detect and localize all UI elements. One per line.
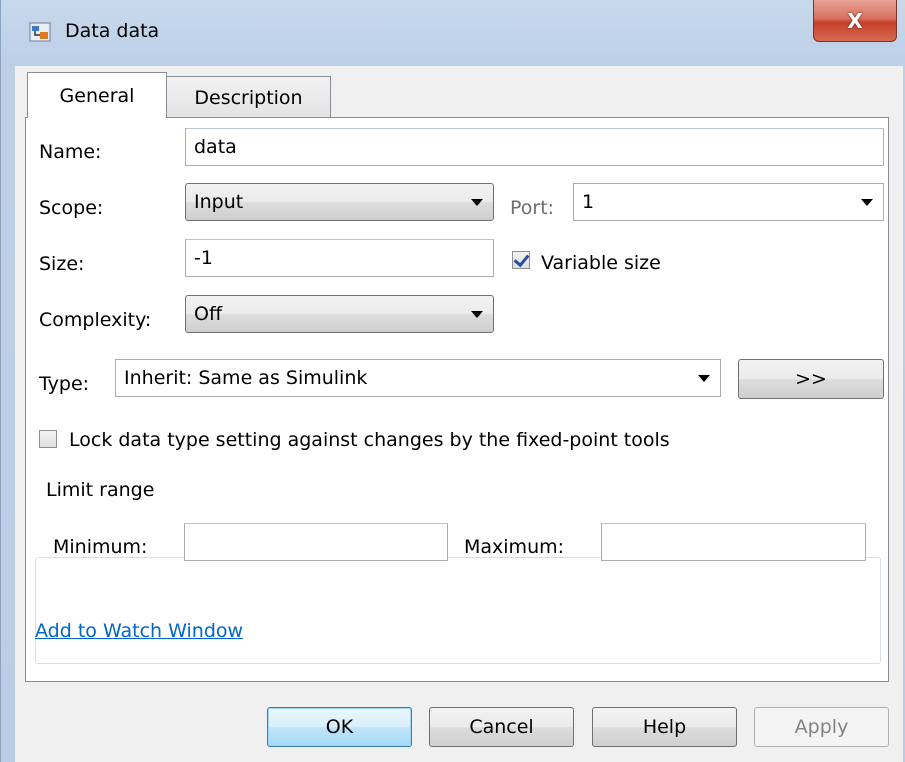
type-label: Type: [39,373,90,395]
help-button[interactable]: Help [592,707,737,747]
close-button[interactable]: X [813,0,897,42]
variable-size-label: Variable size [541,252,661,274]
dropdown-arrow-icon [471,311,483,318]
help-button-label: Help [642,716,687,738]
name-label: Name: [39,141,102,163]
tab-general[interactable]: General [27,72,167,118]
maximum-field[interactable] [601,523,866,561]
port-label: Port: [510,197,555,219]
scope-select-value: Input [194,191,244,213]
port-select[interactable]: 1 [573,183,884,221]
variable-size-checkbox[interactable] [512,251,530,269]
apply-button-label: Apply [794,716,849,738]
close-icon: X [847,8,863,33]
size-label: Size: [39,253,85,275]
ok-button[interactable]: OK [267,707,412,747]
minimum-label: Minimum: [53,536,148,558]
size-field-value: -1 [194,247,213,269]
cancel-button-label: Cancel [469,716,534,738]
size-field[interactable]: -1 [185,239,494,277]
complexity-select-value: Off [194,303,223,325]
dropdown-arrow-icon [698,375,710,382]
add-to-watch-window-link[interactable]: Add to Watch Window [35,620,243,642]
name-field[interactable]: data [185,128,884,166]
dialog-window: Data data X General Description Name: da… [0,0,905,762]
lock-data-type-checkbox[interactable] [39,430,57,448]
maximum-label: Maximum: [464,536,565,558]
title-bar[interactable]: Data data X [1,0,905,66]
dropdown-arrow-icon [861,199,873,206]
complexity-select[interactable]: Off [185,295,494,333]
cancel-button[interactable]: Cancel [429,707,574,747]
ok-button-label: OK [325,716,354,738]
type-select[interactable]: Inherit: Same as Simulink [115,359,721,397]
stateflow-data-icon [29,22,51,42]
scope-select[interactable]: Input [185,183,494,221]
type-select-value: Inherit: Same as Simulink [124,367,368,389]
data-type-assistant-label: >> [795,368,827,390]
complexity-label: Complexity: [39,309,152,331]
apply-button[interactable]: Apply [754,707,889,747]
tab-description[interactable]: Description [166,76,331,118]
minimum-field[interactable] [184,523,448,561]
tab-general-label: General [59,84,135,107]
tab-description-label: Description [194,86,303,109]
limit-range-group [35,557,881,664]
general-tab-panel: Name: data Scope: Input Port: 1 Size: -1… [25,117,889,682]
port-select-value: 1 [582,191,595,213]
dropdown-arrow-icon [471,199,483,206]
scope-label: Scope: [39,197,104,219]
data-type-assistant-button[interactable]: >> [738,359,884,399]
window-title: Data data [65,20,160,42]
dialog-client-area: General Description Name: data Scope: In… [15,66,903,762]
lock-data-type-label: Lock data type setting against changes b… [69,429,670,451]
limit-range-title: Limit range [42,479,159,501]
name-field-value: data [194,136,237,158]
